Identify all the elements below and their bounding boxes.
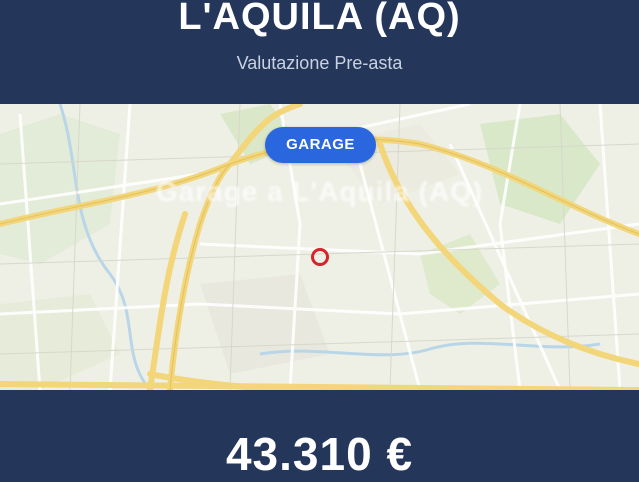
- city-title: L'AQUILA (AQ): [178, 0, 461, 38]
- map-overlay-title: Garage a L'Aquila (AQ): [155, 176, 484, 207]
- garage-badge[interactable]: GARAGE: [265, 127, 376, 163]
- header: L'AQUILA (AQ) Valutazione Pre-asta: [0, 0, 639, 104]
- location-marker-icon[interactable]: [311, 248, 329, 266]
- subtitle: Valutazione Pre-asta: [236, 53, 403, 73]
- price: 43.310 €: [225, 428, 414, 480]
